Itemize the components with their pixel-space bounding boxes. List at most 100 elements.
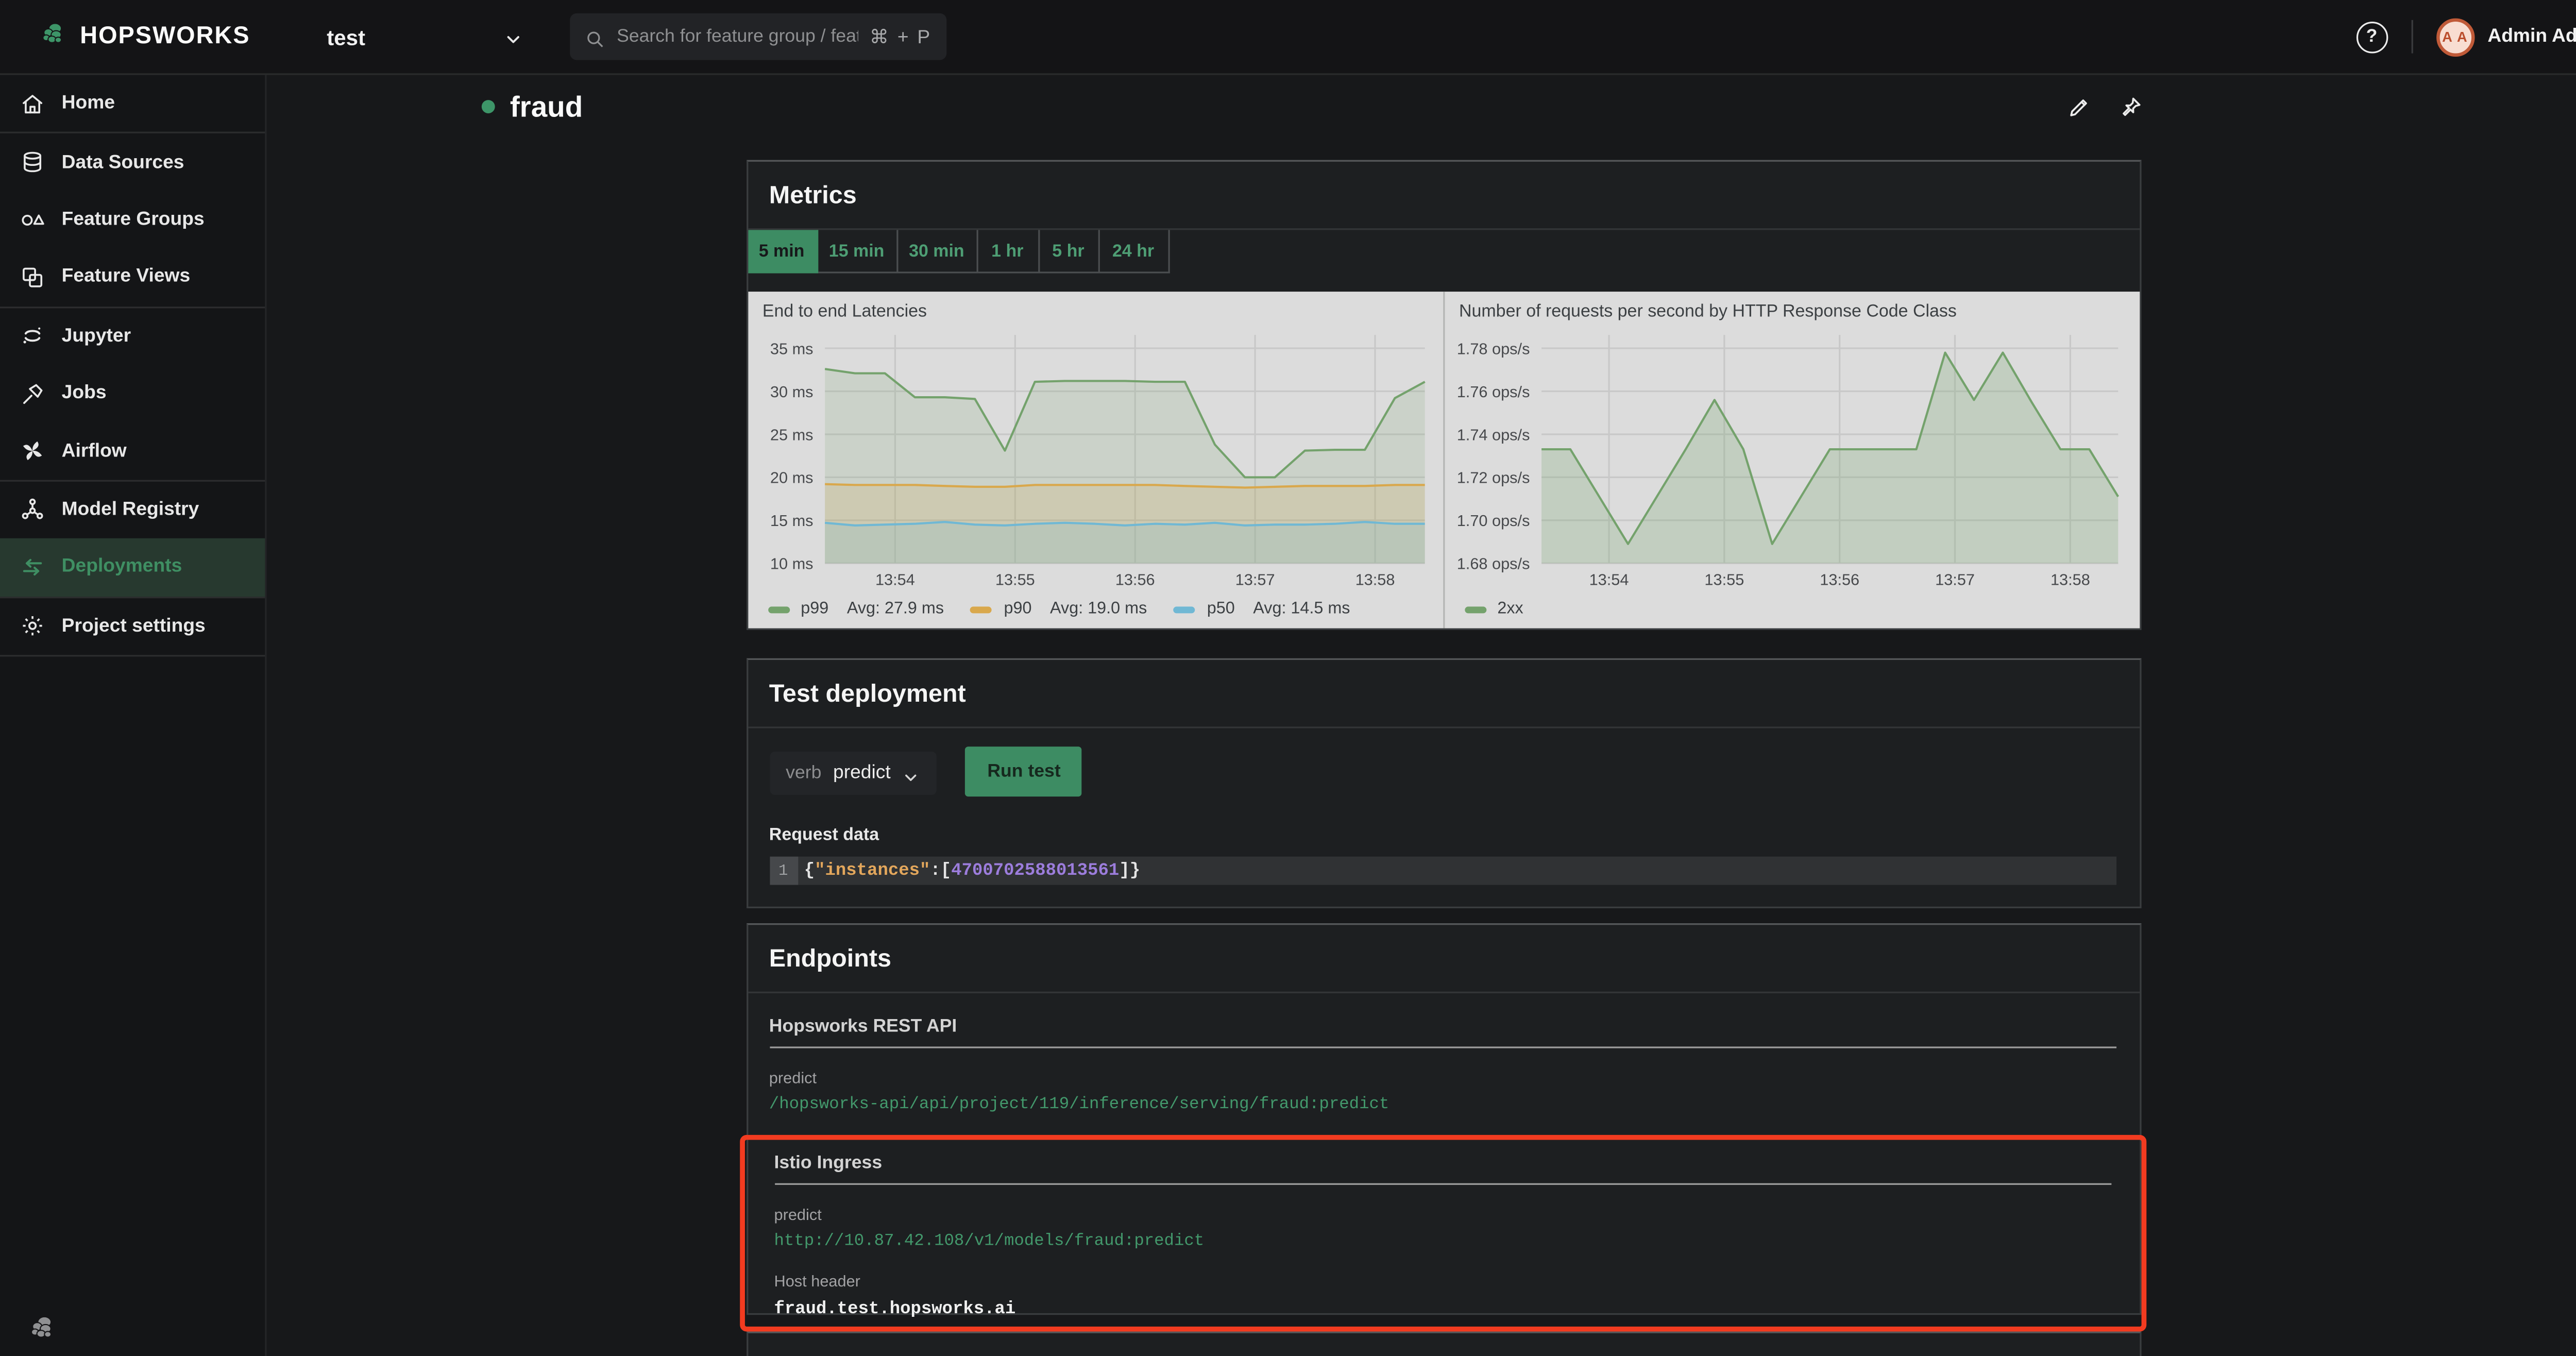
search-shortcut: ⌘ + P [869,28,932,48]
time-range-24-hr[interactable]: 24 hr [1099,230,1170,274]
brand-name: HOPSWORKS [80,23,250,50]
sidebar-item-label: Data Sources [61,152,184,173]
sidebar-item-label: Feature Views [61,267,191,287]
legend-series-name: p90 [1004,600,1032,619]
sidebar-item-label: Jobs [61,383,107,404]
search-input[interactable]: Search for feature group / feature view … [570,13,947,60]
verb-select[interactable]: verb predict [769,751,938,795]
hopsworks-corner-logo-icon [28,1315,55,1342]
main-content: fraud Metrics 5 min 15 min 30 min 1 hr 5 hr 2… [266,75,2576,1356]
svg-text:1.68 ops/s: 1.68 ops/s [1456,555,1529,573]
sidebar-item-jobs[interactable]: Jobs [0,365,265,422]
project-selector[interactable]: test [327,24,523,49]
svg-text:30 ms: 30 ms [769,383,812,401]
hopsworks-logo-icon [40,21,69,52]
time-range-5-hr[interactable]: 5 hr [1039,230,1099,274]
sidebar-group: Model Registry Deployments [0,481,265,598]
chart-svg: 35 ms 30 ms 25 ms 20 ms 15 ms 10 ms 13:54 13:55… [769,335,1425,588]
legend-swatch [1174,605,1196,613]
code-token: : [930,860,941,881]
chart-title: Number of requests per second by HTTP Re… [1459,301,1957,322]
sidebar-item-label: Feature Groups [61,210,205,230]
time-range-1-hr[interactable]: 1 hr [977,230,1039,274]
verb-select-value: predict [833,763,891,784]
hopsworks-app: HOPSWORKS test Search for feature group … [0,0,2576,1356]
run-test-button[interactable]: Run test [965,747,1082,797]
sidebar-group: Data Sources Feature Groups Feature Views [0,134,265,308]
endpoint-group: Hopsworks REST API predict/hopsworks-api/… [769,1016,2117,1115]
sidebar-item-model-registry[interactable]: Model Registry [0,481,265,538]
legend-item-p99[interactable]: p99 Avg: 27.9 ms [767,600,944,619]
svg-text:35 ms: 35 ms [769,340,812,358]
code-token: { [804,860,815,881]
svg-text:13:54: 13:54 [1588,570,1628,588]
legend-item-2xx[interactable]: 2xx [1464,600,1523,618]
endpoint-label: predict [774,1206,822,1225]
search-placeholder: Search for feature group / feature view [617,26,858,47]
legend-item-p90[interactable]: p90 Avg: 19.0 ms [970,600,1147,619]
svg-text:13:55: 13:55 [994,570,1034,588]
edit-icon[interactable] [2066,94,2092,120]
sidebar-item-project-settings[interactable]: Project settings [0,598,265,655]
metrics-title: Metrics [769,181,857,210]
metrics-card: Metrics 5 min 15 min 30 min 1 hr 5 hr 24 hr 3… [745,160,2141,630]
svg-text:13:54: 13:54 [874,570,914,588]
user-name[interactable]: Admin Admin [2487,27,2576,47]
verb-select-label: verb [786,763,822,784]
data-sources-icon [20,150,45,175]
project-settings-icon [20,614,45,639]
deployment-status-dot [481,100,495,113]
legend-swatch [767,605,789,613]
help-icon[interactable]: ? [2355,21,2388,53]
time-range-15-min[interactable]: 15 min [817,230,897,274]
time-range-selector: 5 min 15 min 30 min 1 hr 5 hr 24 hr [747,230,2139,274]
svg-text:1.72 ops/s: 1.72 ops/s [1456,469,1529,487]
feature-views-icon [20,265,45,290]
sidebar: Home Data Sources Feature Groups Feature Vi… [0,75,267,1356]
chart-svg: 1.78 ops/s 1.76 ops/s 1.74 ops/s 1.72 ops/s… [1456,335,2119,588]
home-icon [20,91,45,116]
sidebar-item-label: Model Registry [61,500,199,520]
sidebar-group: Home [0,75,265,134]
endpoint-label: predict [769,1070,817,1089]
project-name: test [327,24,366,49]
deployments-icon [20,555,45,580]
endpoints-title: Endpoints [769,945,892,974]
code-line: {"instances":[4700702588013561]} [797,856,2117,885]
time-range-5-min[interactable]: 5 min [747,230,818,274]
svg-text:13:56: 13:56 [1114,570,1154,588]
sidebar-item-jupyter[interactable]: Jupyter [0,308,265,365]
svg-text:13:58: 13:58 [1354,570,1394,588]
legend-series-avg: Avg: 27.9 ms [846,600,944,619]
code-token: 4700702588013561 [951,860,1120,881]
topbar: HOPSWORKS test Search for feature group … [0,0,2576,75]
legend-swatch [970,605,992,613]
code-line-number: 1 [769,856,798,885]
endpoint-url-link[interactable]: http://10.87.42.108/v1/models/fraud:pred… [774,1233,2112,1252]
sidebar-item-data-sources[interactable]: Data Sources [0,134,265,191]
sidebar-item-feature-views[interactable]: Feature Views [0,249,265,306]
legend-series-name: 2xx [1497,600,1523,619]
sidebar-item-deployments[interactable]: Deployments [0,538,265,596]
time-range-30-min[interactable]: 30 min [897,230,978,274]
code-token: "instances" [815,860,930,881]
sidebar-item-label: Deployments [61,557,182,578]
brand[interactable]: HOPSWORKS [40,21,250,52]
test-deployment-card: Test deployment verb predict Run test Re… [745,658,2141,908]
sidebar-group: Jupyter Jobs Airflow [0,308,265,481]
page-title: fraud [510,89,583,123]
feature-groups-icon [20,208,45,233]
pin-icon[interactable] [2118,94,2143,120]
svg-text:1.78 ops/s: 1.78 ops/s [1456,340,1529,358]
sidebar-item-home[interactable]: Home [0,75,265,132]
request-data-editor[interactable]: 1 {"instances":[4700702588013561]} [769,856,2117,885]
chart-legend: 2xx [1464,600,1523,618]
code-token: ]} [1119,860,1141,881]
endpoint-url-link[interactable]: /hopsworks-api/api/project/119/inference… [769,1096,2116,1115]
sidebar-item-feature-groups[interactable]: Feature Groups [0,191,265,248]
avatar[interactable]: A A [2436,17,2475,56]
sidebar-item-label: Home [61,93,115,114]
legend-series-avg: Avg: 19.0 ms [1050,600,1147,619]
legend-item-p50[interactable]: p50 Avg: 14.5 ms [1174,600,1350,618]
sidebar-item-airflow[interactable]: Airflow [0,422,265,479]
